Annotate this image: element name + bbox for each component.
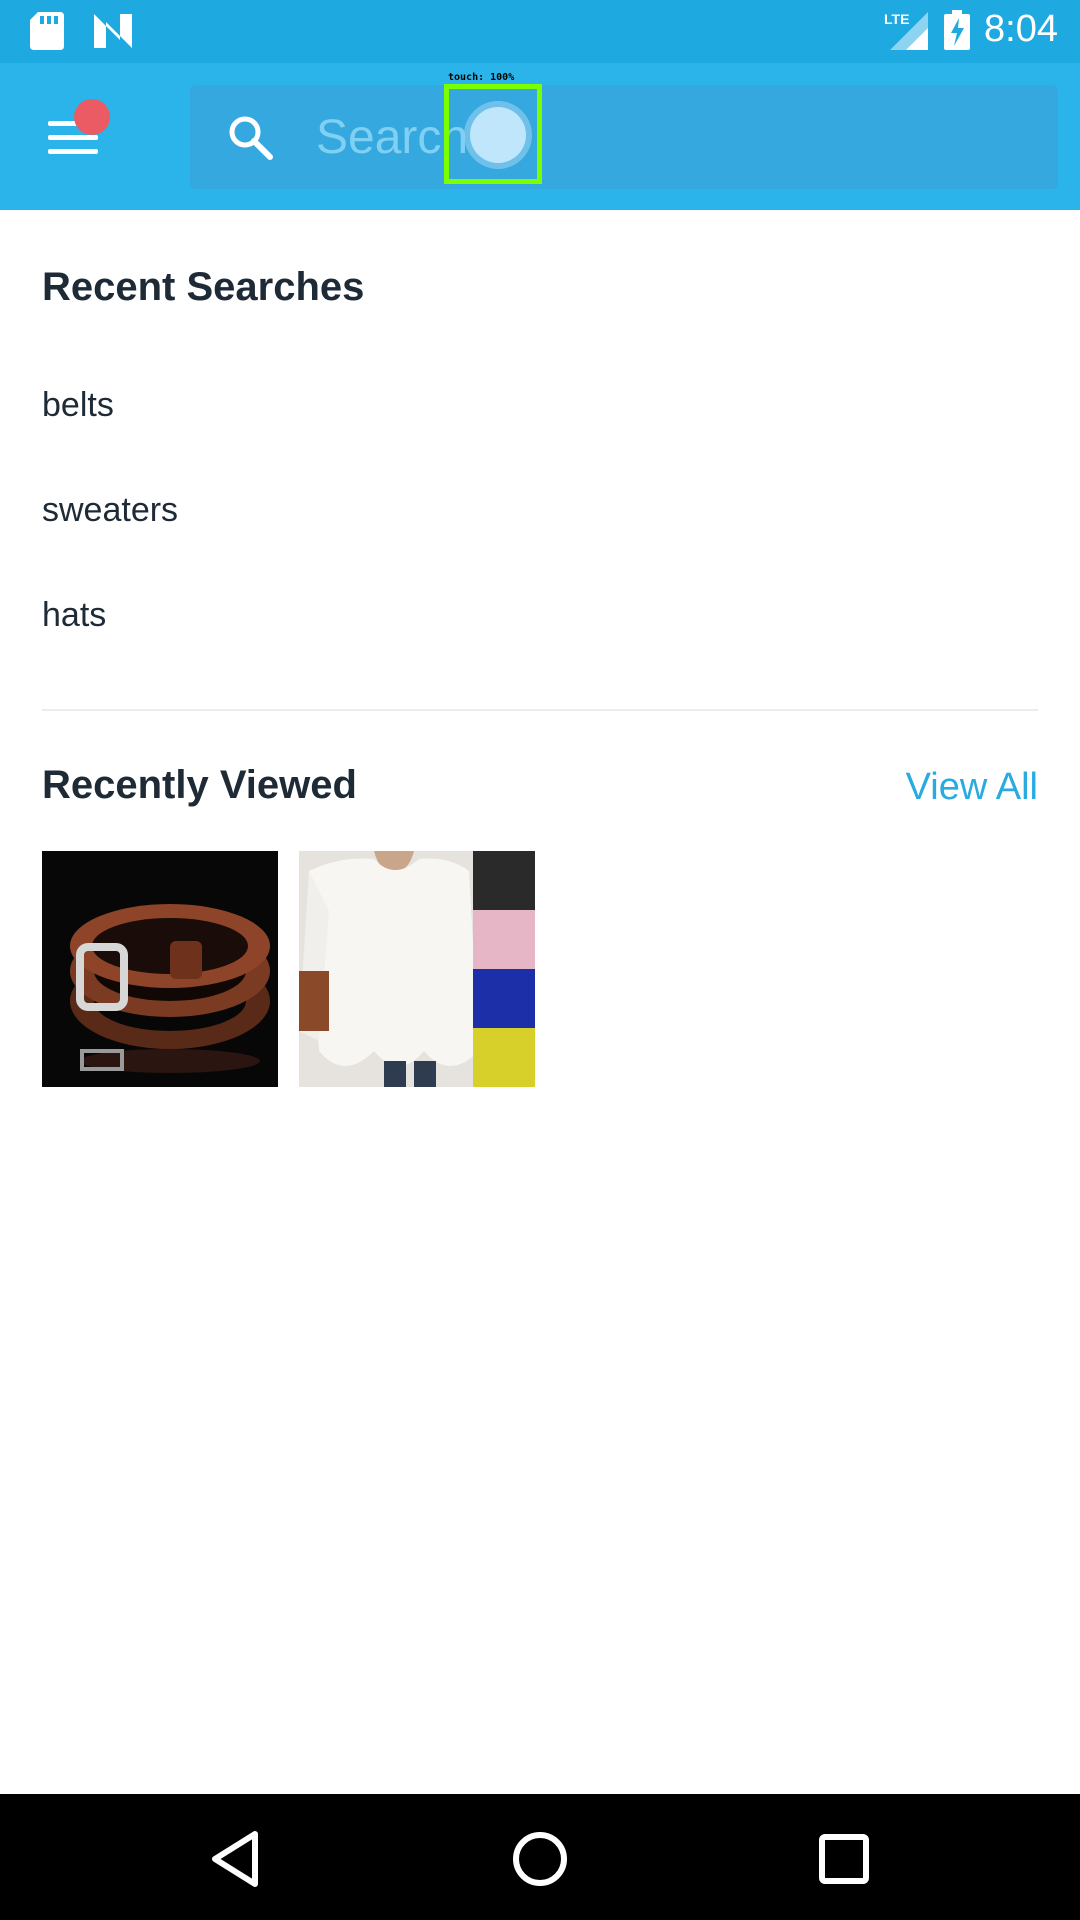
- navigation-bar: [0, 1794, 1080, 1920]
- home-icon[interactable]: [505, 1824, 575, 1894]
- white-knit-sweater-image[interactable]: [299, 851, 535, 1087]
- brown-leather-belt-image[interactable]: [42, 851, 278, 1087]
- notification-dot: [74, 99, 110, 135]
- lte-signal-icon: LTE: [884, 11, 929, 50]
- status-time: 8:04: [984, 8, 1058, 50]
- recents-icon[interactable]: [809, 1824, 879, 1894]
- recent-search-item[interactable]: hats: [42, 596, 106, 635]
- search-input[interactable]: [314, 101, 1018, 173]
- search-bar[interactable]: [190, 85, 1058, 189]
- recent-search-item[interactable]: belts: [42, 386, 114, 425]
- search-icon: [229, 116, 273, 160]
- recent-search-item[interactable]: sweaters: [42, 491, 178, 530]
- lte-label: LTE: [884, 11, 909, 27]
- sd-card-icon: [30, 12, 64, 50]
- recently-viewed-title: Recently Viewed: [42, 763, 357, 807]
- touch-overlay-label: touch: 100%: [448, 72, 515, 83]
- back-icon[interactable]: [203, 1824, 273, 1894]
- touch-indicator-dot: [470, 107, 526, 163]
- hamburger-menu-icon[interactable]: [40, 99, 110, 173]
- battery-charging-icon: [944, 9, 971, 50]
- status-bar: LTE 8:04: [0, 0, 1080, 63]
- belt-illustration: [70, 904, 270, 1073]
- recent-searches-title: Recent Searches: [42, 265, 365, 309]
- sweater-illustration: [299, 851, 535, 1087]
- n-logo-icon: [94, 14, 132, 48]
- view-all-link[interactable]: View All: [906, 766, 1038, 809]
- section-divider: [42, 709, 1038, 711]
